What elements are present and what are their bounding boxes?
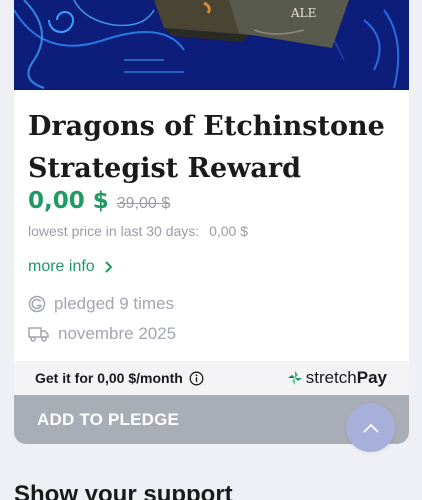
current-price: 0,00 $: [28, 188, 109, 214]
art-text: ALE: [290, 6, 316, 20]
lowest-price-value: 0,00 $: [209, 223, 249, 239]
stretchpay-bar[interactable]: Get it for 0,00 $/month stretch Pay: [14, 361, 409, 395]
lowest-price-note: lowest price in last 30 days: 0,00 $: [28, 223, 248, 239]
original-price: 39,00 $: [116, 195, 171, 212]
pledged-count-text: pledged 9 times: [54, 294, 175, 313]
stretchpay-logo: stretch Pay: [287, 368, 387, 388]
truck-icon: [28, 327, 49, 342]
more-info-label: more info: [28, 258, 95, 275]
pledge-icon: [28, 295, 46, 313]
more-info-link[interactable]: more info: [28, 258, 113, 276]
brand-light-text: stretch: [305, 368, 357, 387]
delivery-date: novembre 2025: [28, 324, 176, 344]
pledged-count: pledged 9 times: [28, 294, 174, 314]
installment-info: Get it for 0,00 $/month: [35, 370, 204, 386]
reward-card: ALE Dragons of Etchinstone Strategist Re…: [14, 0, 409, 444]
product-image: ALE: [14, 0, 409, 90]
section-title: Show your support: [14, 481, 233, 500]
page: ALE Dragons of Etchinstone Strategist Re…: [0, 0, 422, 500]
scroll-to-top-button[interactable]: [346, 403, 395, 452]
stretchpay-leaf-icon: [287, 371, 302, 385]
delivery-date-text: novembre 2025: [58, 324, 177, 343]
installment-text: Get it for 0,00 $/month: [35, 370, 183, 386]
reward-title-line-1: Dragons of Etchinstone: [28, 111, 385, 142]
chevron-right-icon: [105, 261, 112, 273]
reward-title-line-2: Strategist Reward: [28, 153, 302, 184]
info-icon[interactable]: [189, 371, 204, 386]
lowest-price-label: lowest price in last 30 days:: [28, 223, 200, 239]
price-row: 0,00 $ 39,00 $: [28, 188, 170, 214]
add-to-pledge-label: ADD TO PLEDGE: [37, 409, 180, 429]
chevron-up-icon: [363, 423, 378, 432]
reward-title: Dragons of Etchinstone Strategist Reward: [28, 106, 398, 190]
brand-bold-text: Pay: [356, 368, 387, 387]
